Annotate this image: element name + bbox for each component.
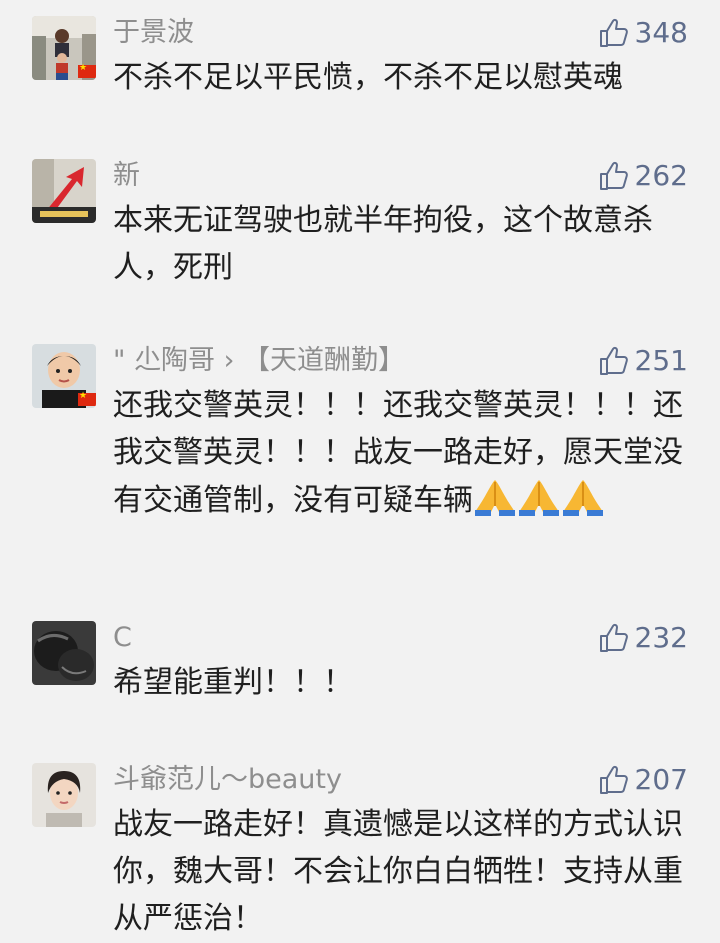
like-count: 262 [634,159,688,192]
thumbs-up-icon [599,18,628,47]
like-count: 251 [634,344,688,377]
like-count: 207 [634,763,688,796]
comment-text: 战友一路走好！真遗憾是以这样的方式认识你，魏大哥！不会让你白白牺牲！支持从重从严… [113,807,683,936]
thumbs-up-icon [599,623,628,652]
comment-list: 于景波 348 不杀不足以平民愤，不杀不足以慰英魂 新 262 [0,0,720,943]
like-count: 232 [634,621,688,654]
folded-hands-icon [475,480,515,516]
username[interactable]: 斗爺范儿～beauty [113,763,342,797]
avatar[interactable] [32,763,96,827]
avatar[interactable] [32,159,96,223]
like-button[interactable]: 262 [597,159,688,193]
avatar[interactable] [32,344,96,408]
avatar[interactable] [32,621,96,685]
thumbs-up-icon [599,161,628,190]
like-count: 348 [634,16,688,49]
username[interactable]: C [113,621,132,655]
china-flag-icon [78,62,96,78]
folded-hands-icon [519,480,559,516]
emoji-group [473,476,605,516]
like-button[interactable]: 207 [597,763,688,797]
thumbs-up-icon [599,765,628,794]
folded-hands-icon [563,480,603,516]
comment-text: 不杀不足以平民愤，不杀不足以慰英魂 [113,60,623,95]
comment-text: 希望能重判！！！ [113,665,353,700]
username[interactable]: 新 [113,159,140,193]
username[interactable]: 于景波 [113,16,194,50]
like-button[interactable]: 232 [597,621,688,655]
comment-text: 本来无证驾驶也就半年拘役，这个故意杀人，死刑 [113,203,653,285]
thumbs-up-icon [599,346,628,375]
username[interactable]: " 尐陶哥 › 【天道酬勤】 [113,344,405,378]
china-flag-icon [78,390,96,406]
avatar[interactable] [32,16,96,80]
like-button[interactable]: 348 [597,16,688,50]
comment-text: 还我交警英灵！！！还我交警英灵！！！还我交警英灵！！！战友一路走好，愿天堂没有交… [113,382,688,524]
like-button[interactable]: 251 [597,344,688,378]
